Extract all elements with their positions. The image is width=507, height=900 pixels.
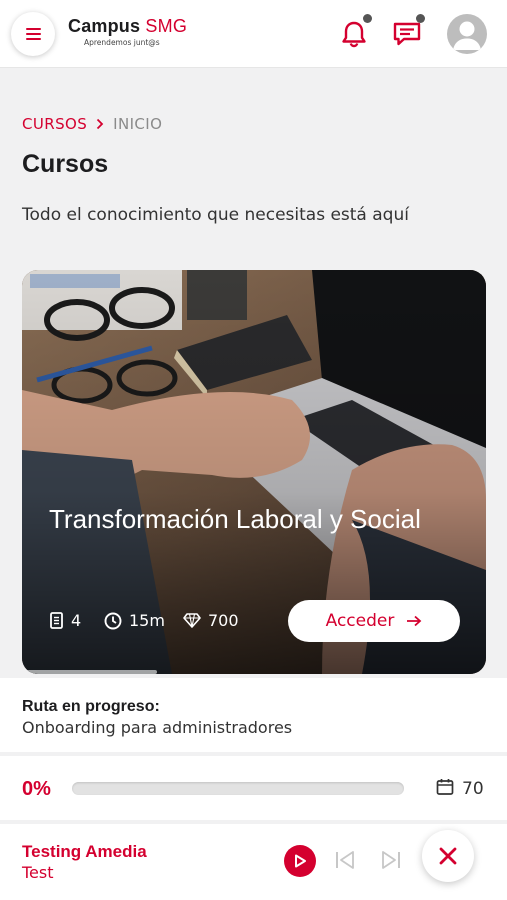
clock-icon [104, 612, 122, 629]
points: 700 [183, 611, 239, 630]
play-icon [295, 854, 306, 868]
logo-accent: SMG [145, 16, 188, 36]
duration-value: 15m [129, 611, 165, 630]
player-title[interactable]: Testing Amedia [22, 842, 147, 862]
acceder-button[interactable]: Acceder [288, 600, 460, 642]
route-panel[interactable]: Ruta en progreso: Onboarding para admini… [0, 678, 507, 752]
messages-button[interactable] [391, 14, 425, 50]
diamond-icon [183, 613, 201, 628]
points-value: 700 [208, 611, 239, 630]
progress-bar [72, 782, 404, 795]
acceder-label: Acceder [325, 611, 395, 631]
logo-tagline: Aprendemos junt@s [84, 38, 160, 47]
lessons-icon [50, 612, 63, 629]
player-subtitle: Test [22, 863, 54, 882]
breadcrumb-cursos[interactable]: CURSOS [22, 115, 87, 133]
skip-back-icon[interactable] [334, 849, 356, 871]
message-dot [416, 14, 425, 23]
calendar-icon [436, 779, 454, 795]
arrow-right-icon [407, 615, 422, 627]
course-title: Transformación Laboral y Social [49, 504, 421, 534]
app-header: Campus SMG Aprendemos junt@s [0, 0, 507, 68]
chevron-right-icon [96, 118, 104, 130]
avatar-icon [453, 21, 481, 50]
close-icon [439, 847, 457, 865]
notifications-button[interactable] [338, 14, 372, 50]
route-name: Onboarding para administradores [22, 718, 293, 737]
logo-text: Campus [68, 16, 141, 36]
breadcrumb-inicio: INICIO [113, 115, 163, 133]
carousel-indicator [22, 670, 157, 674]
play-button[interactable] [284, 845, 316, 877]
lessons-value: 4 [71, 611, 82, 630]
progress-percent: 0% [22, 778, 51, 800]
breadcrumb: CURSOS INICIO [22, 115, 162, 133]
close-player-button[interactable] [422, 830, 474, 882]
menu-button[interactable] [11, 12, 55, 56]
notification-dot [363, 14, 372, 23]
route-label: Ruta en progreso: [22, 698, 160, 715]
menu-icon [25, 28, 41, 40]
lessons-count: 4 [49, 611, 81, 630]
logo[interactable]: Campus SMG Aprendemos junt@s [68, 16, 187, 47]
course-card[interactable]: Transformación Laboral y Social 4 15m 70… [22, 270, 486, 674]
mini-player: Testing Amedia Test [0, 824, 507, 900]
page-subtitle: Todo el conocimiento que necesitas está … [22, 205, 409, 225]
page-title: Cursos [22, 150, 109, 178]
days-remaining: 70 [462, 779, 484, 799]
skip-forward-icon[interactable] [380, 849, 402, 871]
route-progress: 0% 70 [0, 756, 507, 820]
duration: 15m [104, 611, 165, 630]
user-avatar[interactable] [447, 14, 487, 54]
